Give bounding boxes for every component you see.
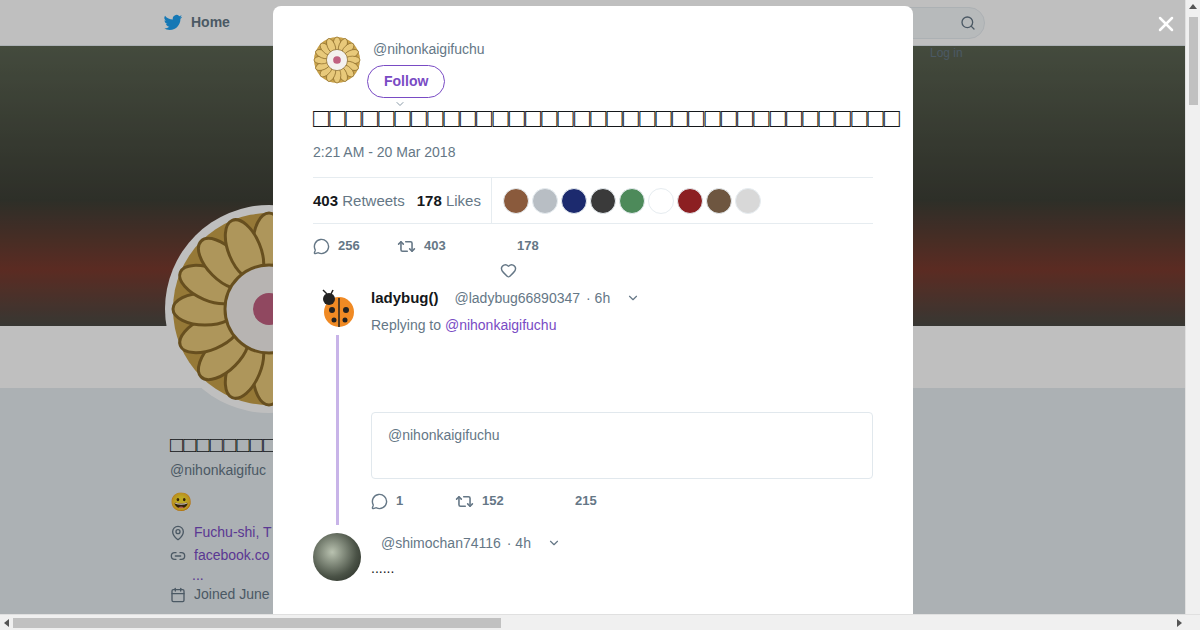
liker-avatar[interactable] (648, 188, 674, 214)
reply-button[interactable]: 256 (313, 236, 373, 256)
scrollbar-thumb[interactable] (13, 618, 501, 628)
liker-avatar[interactable] (503, 188, 529, 214)
like-button[interactable]: 215 (549, 491, 609, 511)
tweet-time: 2:21 AM - 20 Mar 2018 (313, 142, 873, 163)
chrysanthemum-logo-icon (313, 36, 361, 84)
likers (492, 188, 761, 214)
retweet-icon (397, 237, 416, 256)
tweet-actions: 256 403 178 (313, 236, 873, 256)
reply-tweet[interactable]: @shimochan74116 · 4h...... (313, 533, 873, 581)
vertical-scrollbar[interactable] (1185, 0, 1200, 614)
page: Home□□□□□□□□□□@nihonkaigifuc😀Fuchu-shi, … (0, 0, 1200, 630)
tweet-modal: @nihonkaigifuchu Follow □□□□□□□□□□□□□□□□□□… (273, 6, 913, 614)
viewport: Home□□□□□□□□□□@nihonkaigifuc😀Fuchu-shi, … (0, 0, 1185, 614)
retweet-icon (455, 492, 474, 511)
tweet-actions: 1 152 215 (371, 491, 873, 511)
liker-avatar[interactable] (735, 188, 761, 214)
reply-menu-icon[interactable] (547, 536, 561, 550)
close-button[interactable] (1154, 12, 1178, 36)
reply-text: ...... (371, 558, 873, 579)
horizontal-scrollbar[interactable] (0, 614, 1200, 630)
close-icon (1154, 12, 1178, 36)
follow-button[interactable]: Follow (367, 65, 445, 98)
scrollbar-thumb[interactable] (1189, 17, 1198, 105)
heart-icon[interactable] (500, 262, 517, 279)
liker-avatar[interactable] (561, 188, 587, 214)
ladybug-avatar-icon[interactable] (317, 289, 357, 329)
retweet-button[interactable]: 152 (455, 491, 525, 511)
author-handle[interactable]: @nihonkaigifuchu (373, 36, 485, 60)
liker-avatar[interactable] (677, 188, 703, 214)
reply-time: · 6h (586, 288, 610, 309)
liker-avatar[interactable] (619, 188, 645, 214)
user-avatar[interactable] (313, 533, 361, 581)
thread-line (336, 335, 339, 525)
retweet-button[interactable]: 403 (397, 236, 467, 256)
liker-avatar[interactable] (706, 188, 732, 214)
reply-tweet[interactable]: ladybug() @ladybug66890347· 6h Replying to… (313, 287, 873, 525)
author-avatar[interactable] (313, 36, 361, 84)
reply-handle[interactable]: @shimochan74116 (381, 533, 501, 554)
like-count[interactable]: 178 Likes (417, 190, 481, 213)
liker-avatar[interactable] (532, 188, 558, 214)
like-button[interactable]: 178 (491, 236, 551, 256)
reply-menu-icon[interactable] (626, 291, 640, 305)
retweet-count[interactable]: 403 Retweets (313, 190, 405, 213)
reply-button[interactable]: 1 (371, 491, 431, 511)
tweet-text: □□□□□□□□□□□□□□□□□□□□□□□□□□□□□□□□□□□□ (313, 102, 873, 134)
reply-handle[interactable]: @ladybug66890347 (455, 288, 581, 309)
quoted-tweet[interactable]: @nihonkaigifuchu (371, 412, 873, 479)
reply-time: · 4h (507, 533, 531, 554)
reply-name[interactable]: ladybug() (371, 287, 439, 310)
reply-icon (371, 493, 388, 510)
reply-icon (313, 238, 330, 255)
replying-to: Replying to @nihonkaigifuchu (371, 315, 873, 336)
liker-avatar[interactable] (590, 188, 616, 214)
tweet-stats: 403 Retweets 178 Likes (313, 177, 873, 224)
